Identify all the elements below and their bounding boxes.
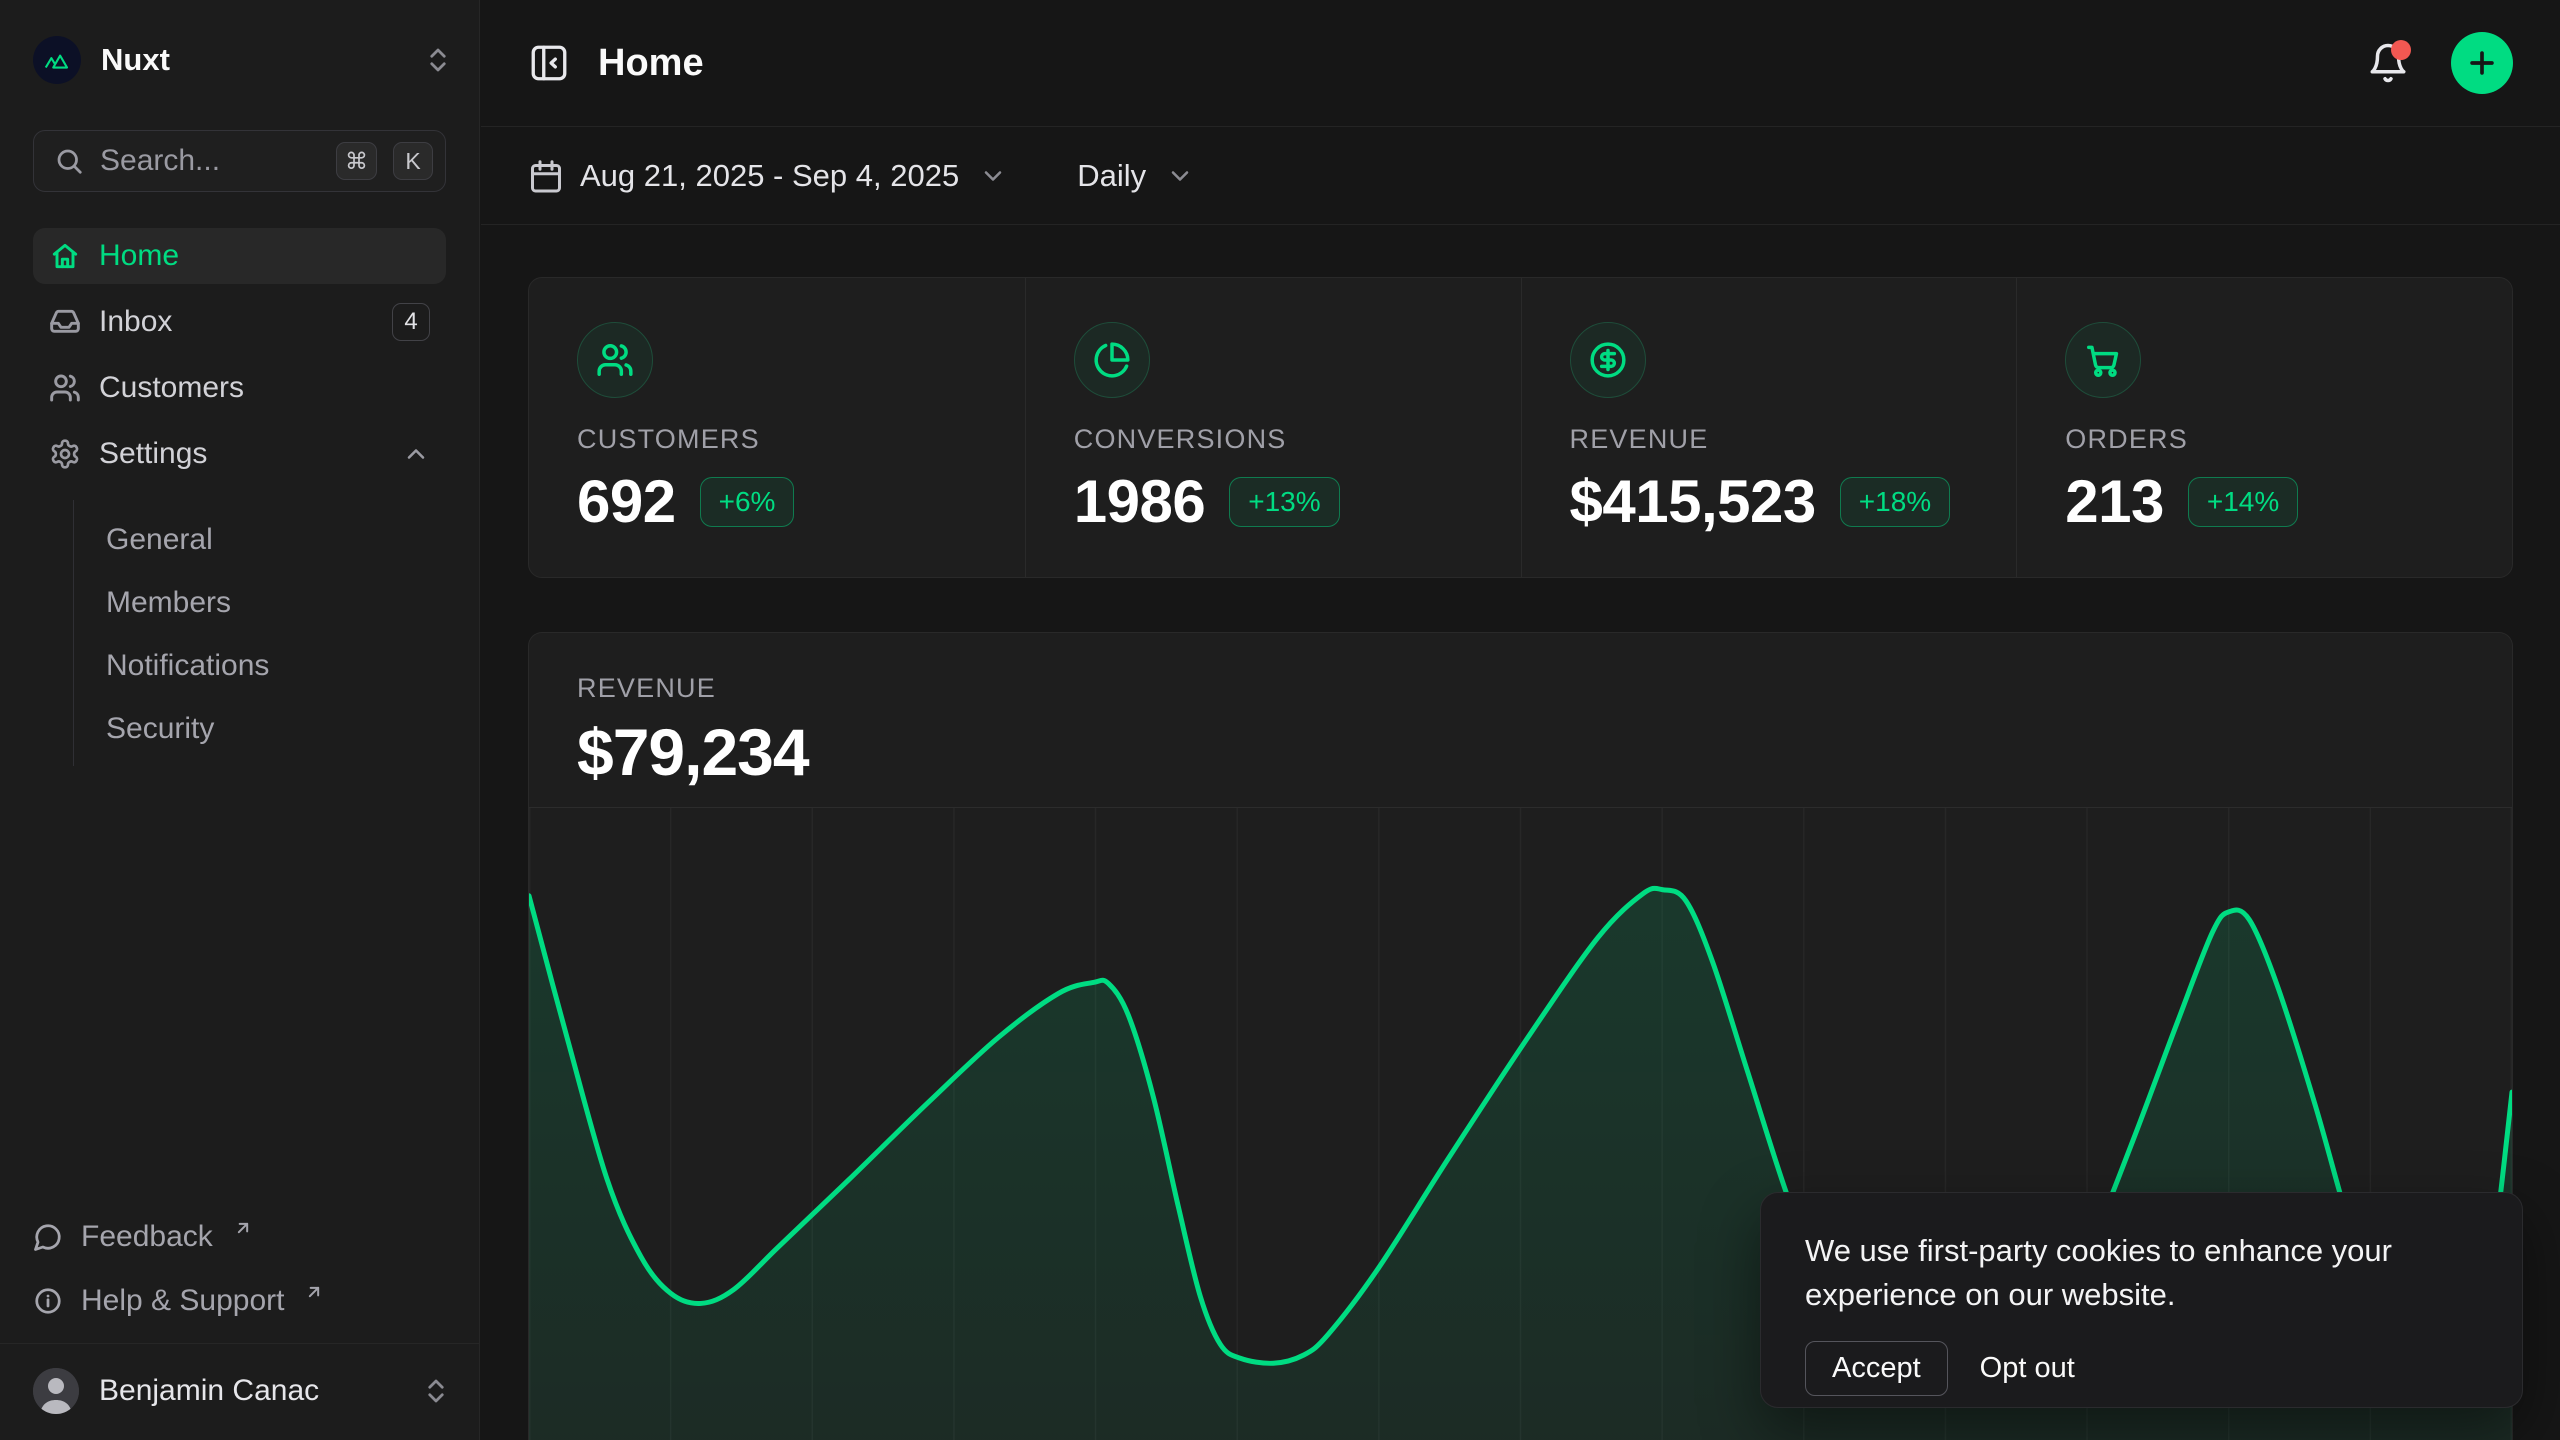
sidebar-item-inbox[interactable]: Inbox 4 — [33, 294, 446, 350]
nuxt-logo-icon — [33, 36, 81, 84]
kbd-k: K — [393, 142, 433, 180]
info-icon — [33, 1286, 63, 1316]
stats-panel: CUSTOMERS 692 +6% CONVERSIONS 1986 +13% … — [528, 277, 2513, 578]
shopping-cart-icon — [2065, 322, 2141, 398]
sidebar-item-general[interactable]: General — [74, 508, 446, 571]
chevrons-up-down-icon — [421, 1376, 451, 1406]
sidebar-nav: Home Inbox 4 Customers Settings Genera — [33, 228, 446, 766]
sidebar-item-security[interactable]: Security — [74, 697, 446, 760]
notification-dot — [2391, 40, 2411, 60]
sidebar-item-label: Home — [99, 239, 179, 273]
stat-label: ORDERS — [2065, 424, 2512, 455]
date-range-picker[interactable]: Aug 21, 2025 - Sep 4, 2025 — [528, 158, 1007, 194]
accept-cookies-button[interactable]: Accept — [1805, 1341, 1948, 1396]
chat-bubble-icon — [33, 1222, 63, 1252]
stat-label: CUSTOMERS — [577, 424, 1025, 455]
period-select[interactable]: Daily — [1077, 158, 1194, 194]
search-placeholder: Search... — [100, 144, 320, 178]
help-support-link[interactable]: Help & Support — [33, 1273, 446, 1329]
users-icon — [577, 322, 653, 398]
add-button[interactable] — [2451, 32, 2513, 94]
team-name: Nuxt — [101, 42, 403, 78]
chevron-up-icon — [402, 440, 430, 468]
plus-icon — [2465, 46, 2499, 80]
cookie-message: We use first-party cookies to enhance yo… — [1805, 1229, 2425, 1317]
user-name: Benjamin Canac — [99, 1374, 401, 1408]
kbd-cmd: ⌘ — [336, 142, 377, 180]
sidebar-item-label: Inbox — [99, 305, 374, 339]
stat-label: CONVERSIONS — [1074, 424, 1521, 455]
cookie-banner: We use first-party cookies to enhance yo… — [1760, 1192, 2523, 1408]
sidebar-item-members[interactable]: Members — [74, 571, 446, 634]
user-menu-container: Benjamin Canac — [0, 1343, 479, 1440]
sidebar-item-label: Customers — [99, 371, 244, 405]
filters-toolbar: Aug 21, 2025 - Sep 4, 2025 Daily — [481, 128, 2560, 225]
date-range-value: Aug 21, 2025 - Sep 4, 2025 — [580, 158, 959, 194]
external-link-icon — [304, 1282, 324, 1302]
stat-revenue[interactable]: REVENUE $415,523 +18% — [1521, 278, 2017, 577]
stat-delta-badge: +13% — [1229, 477, 1339, 527]
search-input[interactable]: Search... ⌘ K — [33, 130, 446, 192]
stat-delta-badge: +14% — [2188, 477, 2298, 527]
sidebar-collapse-button[interactable] — [528, 42, 570, 84]
stat-value: 692 — [577, 467, 676, 536]
stat-value: $415,523 — [1570, 467, 1816, 536]
sidebar-item-label: Settings — [99, 437, 384, 471]
users-icon — [49, 372, 81, 404]
stat-delta-badge: +6% — [700, 477, 795, 527]
stat-conversions[interactable]: CONVERSIONS 1986 +13% — [1025, 278, 1521, 577]
feedback-link[interactable]: Feedback — [33, 1209, 446, 1265]
user-menu[interactable]: Benjamin Canac — [33, 1360, 451, 1422]
search-icon — [54, 146, 84, 176]
sidebar-footer: Feedback Help & Support — [33, 1209, 446, 1329]
notifications-button[interactable] — [2367, 42, 2409, 84]
revenue-total: $79,234 — [577, 714, 2464, 790]
feedback-label: Feedback — [81, 1220, 213, 1254]
home-icon — [49, 240, 81, 272]
stat-value: 1986 — [1074, 467, 1205, 536]
inbox-icon — [49, 306, 81, 338]
team-switcher[interactable]: Nuxt — [33, 36, 453, 84]
revenue-label: REVENUE — [577, 673, 2464, 704]
settings-submenu: General Members Notifications Security — [73, 500, 446, 766]
external-link-icon — [233, 1218, 253, 1238]
help-support-label: Help & Support — [81, 1284, 284, 1318]
sidebar-item-customers[interactable]: Customers — [33, 360, 446, 416]
sidebar-item-home[interactable]: Home — [33, 228, 446, 284]
page-header: Home — [481, 0, 2560, 127]
stat-delta-badge: +18% — [1840, 477, 1950, 527]
chevron-down-icon — [1166, 162, 1194, 190]
circle-dollar-icon — [1570, 322, 1646, 398]
stat-value: 213 — [2065, 467, 2164, 536]
opt-out-button[interactable]: Opt out — [1976, 1342, 2079, 1395]
pie-chart-icon — [1074, 322, 1150, 398]
sidebar-item-notifications[interactable]: Notifications — [74, 634, 446, 697]
stat-label: REVENUE — [1570, 424, 2017, 455]
calendar-icon — [528, 158, 564, 194]
stat-orders[interactable]: ORDERS 213 +14% — [2016, 278, 2512, 577]
inbox-count-badge: 4 — [392, 303, 430, 341]
gear-icon — [49, 438, 81, 470]
page-title: Home — [598, 42, 704, 85]
sidebar-item-settings[interactable]: Settings — [33, 426, 446, 482]
chevron-down-icon — [979, 162, 1007, 190]
sidebar: Nuxt Search... ⌘ K Home Inbox 4 — [0, 0, 480, 1440]
chevrons-up-down-icon — [423, 45, 453, 75]
avatar — [33, 1368, 79, 1414]
stat-customers[interactable]: CUSTOMERS 692 +6% — [529, 278, 1025, 577]
period-value: Daily — [1077, 158, 1146, 194]
